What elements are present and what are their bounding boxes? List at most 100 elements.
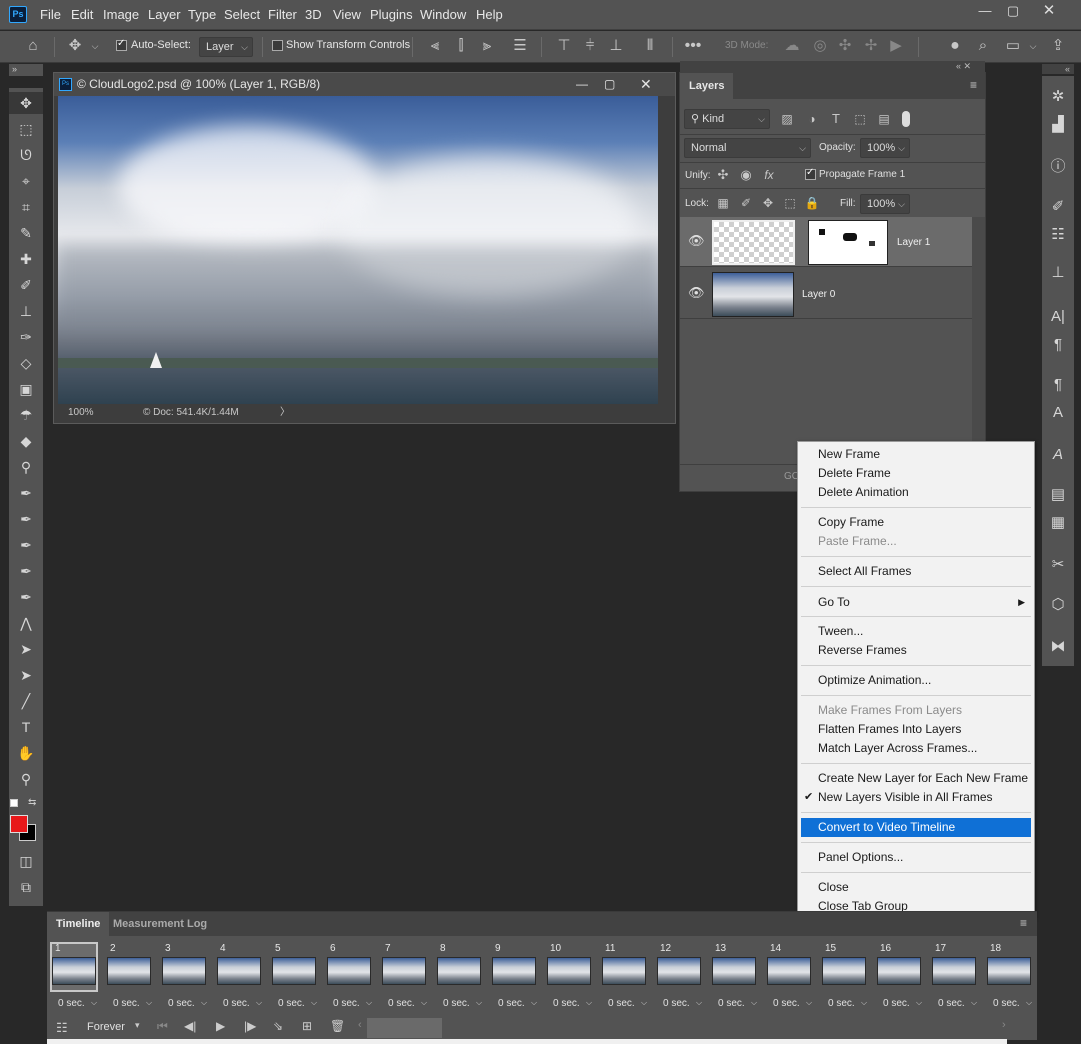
- timeline-frame[interactable]: 4 0 sec. ⌵: [215, 942, 269, 1014]
- frame-duration[interactable]: 0 sec.: [553, 998, 580, 1009]
- layer-filter-dropdown[interactable]: ⚲ Kind ⌵: [684, 109, 770, 129]
- image-canvas[interactable]: [58, 96, 658, 404]
- smart-object-filter-icon[interactable]: ▤: [876, 109, 892, 129]
- frame-duration[interactable]: 0 sec.: [168, 998, 195, 1009]
- timeline-frame[interactable]: 2 0 sec. ⌵: [105, 942, 159, 1014]
- menu-image[interactable]: Image: [103, 7, 139, 22]
- frame-thumbnail[interactable]: [987, 957, 1031, 985]
- auto-select-checkbox[interactable]: [116, 38, 127, 51]
- tab-measurement-log[interactable]: Measurement Log: [113, 912, 207, 936]
- menu-item-create-new-layer[interactable]: Create New Layer for Each New Frame: [801, 769, 1031, 788]
- layer-thumbnail[interactable]: [712, 220, 795, 265]
- quick-mask-icon[interactable]: ◫: [9, 850, 43, 872]
- foreground-color-swatch[interactable]: [10, 815, 28, 833]
- chevron-down-icon[interactable]: ⌵: [421, 998, 427, 1008]
- line-tool-icon[interactable]: ╱: [9, 690, 43, 712]
- collapse-panel-icon[interactable]: « ✕: [956, 61, 971, 72]
- menu-item-delete-animation[interactable]: Delete Animation: [801, 483, 1031, 502]
- timeline-frame[interactable]: 10 0 sec. ⌵: [545, 942, 599, 1014]
- align-bottom-icon[interactable]: ⊥: [607, 36, 625, 56]
- chevron-down-icon[interactable]: ⌵: [916, 998, 922, 1008]
- quick-select-tool-icon[interactable]: ⌖: [9, 170, 43, 192]
- close-icon[interactable]: ✕: [1031, 0, 1067, 22]
- move-tool-icon[interactable]: ✥: [64, 36, 86, 56]
- properties-icon[interactable]: ▦: [1042, 512, 1074, 534]
- eraser-tool-icon[interactable]: ◇: [9, 352, 43, 374]
- visibility-eye-icon[interactable]: 👁: [688, 285, 705, 301]
- frame-duration[interactable]: 0 sec.: [828, 998, 855, 1009]
- default-colors-icon[interactable]: [10, 799, 18, 807]
- layer-thumbnail[interactable]: [712, 272, 794, 317]
- timeline-frame[interactable]: 7 0 sec. ⌵: [380, 942, 434, 1014]
- sharpen-tool-icon[interactable]: ◆: [9, 430, 43, 452]
- menu-layer[interactable]: Layer: [148, 7, 181, 22]
- slide-3d-icon[interactable]: ✢: [861, 36, 881, 56]
- timeline-frame[interactable]: 9 0 sec. ⌵: [490, 942, 544, 1014]
- align-middle-icon[interactable]: ⫩: [581, 36, 599, 56]
- tool-presets-icon[interactable]: ✂: [1042, 554, 1074, 576]
- propagate-frame-checkbox[interactable]: [805, 167, 816, 180]
- lock-transparent-icon[interactable]: ▦: [714, 193, 732, 213]
- menu-item-make-frames-from-layers[interactable]: Make Frames From Layers: [801, 701, 1031, 720]
- timeline-scrollbar-thumb[interactable]: [367, 1018, 442, 1038]
- zoom-level[interactable]: 100%: [68, 404, 94, 422]
- pen-tool-icon[interactable]: ✒: [9, 482, 43, 504]
- move-tool-icon[interactable]: ✥: [9, 92, 43, 114]
- menu-select[interactable]: Select: [224, 7, 260, 22]
- chevron-down-icon[interactable]: ⌵: [88, 36, 102, 56]
- adjustment-filter-icon[interactable]: ◑: [804, 109, 820, 129]
- visibility-eye-icon[interactable]: 👁: [688, 233, 705, 249]
- gradient-tool-icon[interactable]: ▣: [9, 378, 43, 400]
- menu-item-close[interactable]: Close: [801, 878, 1031, 897]
- menu-view[interactable]: View: [333, 7, 361, 22]
- expand-toolbar-icon[interactable]: »: [9, 64, 43, 76]
- chevron-down-icon[interactable]: ▾: [135, 1020, 140, 1031]
- menu-filter[interactable]: Filter: [268, 7, 297, 22]
- timeline-icon[interactable]: ⧓: [1042, 636, 1074, 658]
- doc-minimize-icon[interactable]: —: [576, 73, 588, 96]
- history-brush-icon[interactable]: ✑: [9, 326, 43, 348]
- timeline-frame[interactable]: 14 0 sec. ⌵: [765, 942, 819, 1014]
- timeline-frame[interactable]: 1 0 sec. ⌵: [50, 942, 104, 1014]
- chevron-down-icon[interactable]: ⌵: [201, 998, 207, 1008]
- 3d-icon[interactable]: ⬡: [1042, 594, 1074, 616]
- unify-style-icon[interactable]: fx: [760, 165, 778, 185]
- scroll-right-icon[interactable]: ›: [1002, 1019, 1006, 1031]
- convert-timeline-icon[interactable]: ☷: [56, 1020, 68, 1036]
- lock-position-icon[interactable]: ✥: [759, 193, 777, 213]
- chevron-down-icon[interactable]: ⌵: [641, 998, 647, 1008]
- frame-thumbnail[interactable]: [712, 957, 756, 985]
- frame-thumbnail[interactable]: [437, 957, 481, 985]
- frame-duration[interactable]: 0 sec.: [608, 998, 635, 1009]
- menu-item-reverse-frames[interactable]: Reverse Frames: [801, 641, 1031, 660]
- account-icon[interactable]: ●: [945, 36, 965, 56]
- healing-brush-icon[interactable]: ✚: [9, 248, 43, 270]
- delete-anchor-icon[interactable]: ✒: [9, 586, 43, 608]
- crop-tool-icon[interactable]: ⌗: [9, 196, 43, 218]
- chevron-down-icon[interactable]: ⌵: [476, 998, 482, 1008]
- scroll-left-icon[interactable]: ‹: [358, 1019, 362, 1031]
- character-styles-icon[interactable]: A: [1042, 402, 1074, 424]
- chevron-down-icon[interactable]: ⌵: [91, 998, 97, 1008]
- chevron-down-icon[interactable]: ⌵: [1026, 36, 1040, 56]
- doc-close-icon[interactable]: ✕: [640, 73, 652, 96]
- layer-row[interactable]: 👁 Layer 1: [680, 217, 972, 267]
- timeline-frame[interactable]: 12 0 sec. ⌵: [655, 942, 709, 1014]
- distribute-vertical-icon[interactable]: ⦀: [641, 36, 659, 56]
- blur-tool-icon[interactable]: ☂: [9, 404, 43, 426]
- fill-field[interactable]: 100% ⌵: [860, 194, 910, 214]
- loop-option[interactable]: Forever: [87, 1021, 125, 1033]
- menu-item-new-layers-visible[interactable]: ✔ New Layers Visible in All Frames: [801, 788, 1031, 807]
- workspace-icon[interactable]: ▭: [1003, 36, 1023, 56]
- frame-thumbnail[interactable]: [162, 957, 206, 985]
- path-select-icon[interactable]: ➤: [9, 638, 43, 660]
- marquee-tool-icon[interactable]: ⬚: [9, 118, 43, 140]
- frame-thumbnail[interactable]: [547, 957, 591, 985]
- document-titlebar[interactable]: Ps © CloudLogo2.psd @ 100% (Layer 1, RGB…: [54, 73, 675, 96]
- frame-duration[interactable]: 0 sec.: [333, 998, 360, 1009]
- lasso-tool-icon[interactable]: ᘎ: [9, 144, 43, 166]
- timeline-frame[interactable]: 5 0 sec. ⌵: [270, 942, 324, 1014]
- timeline-frame[interactable]: 18 0 sec. ⌵: [985, 942, 1039, 1014]
- adjustments-icon[interactable]: ☷: [1042, 224, 1074, 246]
- share-icon[interactable]: ⇪: [1048, 36, 1068, 56]
